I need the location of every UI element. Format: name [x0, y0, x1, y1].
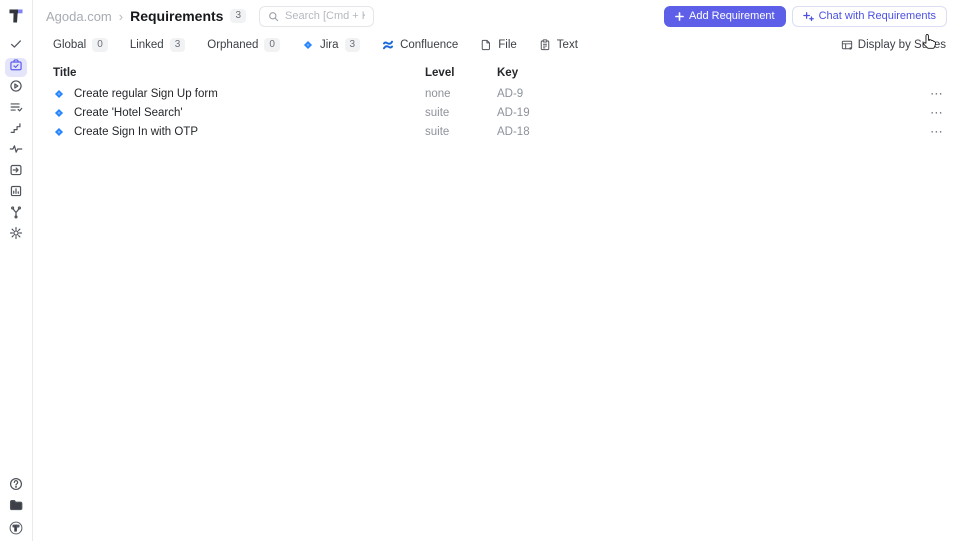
app-logo-icon[interactable] — [7, 7, 25, 25]
breadcrumb-page-title: Requirements — [130, 8, 224, 24]
chat-with-requirements-label: Chat with Requirements — [818, 10, 936, 22]
filter-confluence-label: Confluence — [400, 39, 459, 51]
filter-text-label: Text — [556, 39, 578, 51]
sidebar-nav — [5, 37, 27, 245]
filter-tab-global[interactable]: Global 0 — [53, 38, 108, 52]
branch-icon — [9, 205, 23, 224]
filter-orphaned-count: 0 — [264, 38, 280, 52]
help-circle-icon — [9, 477, 23, 496]
requirement-level: none — [425, 87, 451, 100]
requirement-key: AD-19 — [497, 106, 530, 119]
sidebar-item-settings[interactable] — [5, 226, 27, 245]
column-header-level[interactable]: Level — [425, 67, 497, 79]
user-avatar[interactable] — [5, 519, 27, 541]
avatar-logo-icon — [9, 521, 23, 540]
jira-icon — [54, 89, 64, 98]
filter-jira-count: 3 — [344, 38, 361, 52]
jira-icon — [54, 127, 64, 136]
row-menu-button[interactable]: ⋯ — [916, 87, 944, 100]
stairs-icon — [9, 121, 23, 140]
add-requirement-label: Add Requirement — [689, 10, 775, 22]
import-icon — [9, 163, 23, 182]
filter-orphaned-label: Orphaned — [207, 39, 259, 51]
sidebar-bottom — [5, 477, 27, 541]
briefcase-check-icon — [9, 58, 23, 77]
display-by-suites-button[interactable]: Display by Suites — [841, 39, 946, 51]
requirements-count-badge: 3 — [230, 9, 247, 23]
column-header-key[interactable]: Key — [497, 67, 916, 79]
column-header-title[interactable]: Title — [53, 67, 425, 79]
sidebar-item-analytics[interactable] — [5, 184, 27, 203]
filter-global-count: 0 — [92, 38, 108, 52]
list-check-icon — [9, 100, 23, 119]
search-input[interactable] — [285, 10, 366, 22]
filter-bar: Global 0 Linked 3 Orphaned 0 Jira 3 Conf… — [33, 32, 960, 58]
app-window: Agoda.com › Requirements 3 Add Requireme… — [0, 0, 960, 541]
requirement-title-cell[interactable]: Create regular Sign Up form — [53, 88, 425, 100]
folder-icon — [9, 498, 23, 517]
ai-sparkle-icon — [802, 11, 814, 21]
sidebar-item-pulse[interactable] — [5, 142, 27, 161]
requirement-title-cell[interactable]: Create Sign In with OTP — [53, 126, 425, 138]
file-icon — [482, 39, 491, 51]
chart-icon — [9, 184, 23, 203]
chat-with-requirements-button[interactable]: Chat with Requirements — [791, 5, 947, 27]
filter-tab-linked[interactable]: Linked 3 — [129, 38, 186, 52]
filter-linked-label: Linked — [129, 39, 164, 51]
jira-icon — [54, 108, 64, 117]
sidebar-item-plans[interactable] — [5, 100, 27, 119]
requirement-key: AD-18 — [497, 125, 530, 138]
requirements-table: Title Level Key Create regular Sign Up f… — [33, 58, 960, 141]
table-row[interactable]: Create 'Hotel Search' suite AD-19 ⋯ — [53, 103, 944, 122]
sidebar-item-checks[interactable] — [5, 37, 27, 56]
requirement-title: Create 'Hotel Search' — [74, 106, 183, 119]
sidebar-item-import[interactable] — [5, 163, 27, 182]
requirement-title: Create Sign In with OTP — [74, 125, 198, 138]
search-box[interactable] — [259, 5, 375, 27]
main-area: Agoda.com › Requirements 3 Add Requireme… — [33, 0, 960, 541]
top-actions: Add Requirement Chat with Requirements — [664, 5, 947, 27]
filter-global-label: Global — [53, 39, 87, 51]
display-layout-icon — [841, 40, 852, 50]
display-by-suites-label: Display by Suites — [857, 39, 946, 51]
requirement-title: Create regular Sign Up form — [74, 87, 218, 100]
filter-tab-jira[interactable]: Jira 3 — [302, 38, 361, 52]
sidebar-item-steps[interactable] — [5, 121, 27, 140]
filter-linked-count: 3 — [169, 38, 186, 52]
requirement-level: suite — [425, 125, 450, 138]
requirement-level: suite — [425, 106, 450, 119]
gear-icon — [9, 226, 23, 245]
breadcrumb-separator-icon: › — [118, 8, 124, 24]
add-requirement-button[interactable]: Add Requirement — [664, 5, 786, 27]
sidebar-item-runs[interactable] — [5, 79, 27, 98]
sidebar-item-help[interactable] — [5, 477, 27, 496]
filter-tab-orphaned[interactable]: Orphaned 0 — [207, 38, 280, 52]
clipboard-text-icon — [540, 39, 550, 51]
table-row[interactable]: Create Sign In with OTP suite AD-18 ⋯ — [53, 122, 944, 141]
sidebar-item-requirements[interactable] — [5, 58, 27, 77]
filter-tab-file[interactable]: File — [480, 39, 517, 51]
search-icon — [269, 11, 279, 21]
row-menu-button[interactable]: ⋯ — [916, 106, 944, 119]
sidebar-item-projects[interactable] — [5, 498, 27, 517]
plus-icon — [675, 11, 684, 21]
top-bar: Agoda.com › Requirements 3 Add Requireme… — [33, 0, 960, 32]
activity-icon — [9, 142, 23, 161]
requirement-key: AD-9 — [497, 87, 524, 100]
table-row[interactable]: Create regular Sign Up form none AD-9 ⋯ — [53, 84, 944, 103]
requirement-title-cell[interactable]: Create 'Hotel Search' — [53, 107, 425, 119]
sidebar-item-branches[interactable] — [5, 205, 27, 224]
sidebar — [0, 0, 33, 541]
confluence-icon — [383, 40, 394, 50]
filter-tab-text[interactable]: Text — [539, 39, 578, 51]
filter-jira-label: Jira — [319, 39, 339, 51]
jira-icon — [303, 40, 313, 50]
check-icon — [9, 37, 23, 56]
row-menu-button[interactable]: ⋯ — [916, 125, 944, 138]
filter-tab-confluence[interactable]: Confluence — [382, 39, 458, 51]
play-circle-icon — [9, 79, 23, 98]
filter-file-label: File — [498, 39, 517, 51]
table-header-row: Title Level Key — [53, 62, 944, 84]
breadcrumb-project[interactable]: Agoda.com — [46, 9, 112, 24]
